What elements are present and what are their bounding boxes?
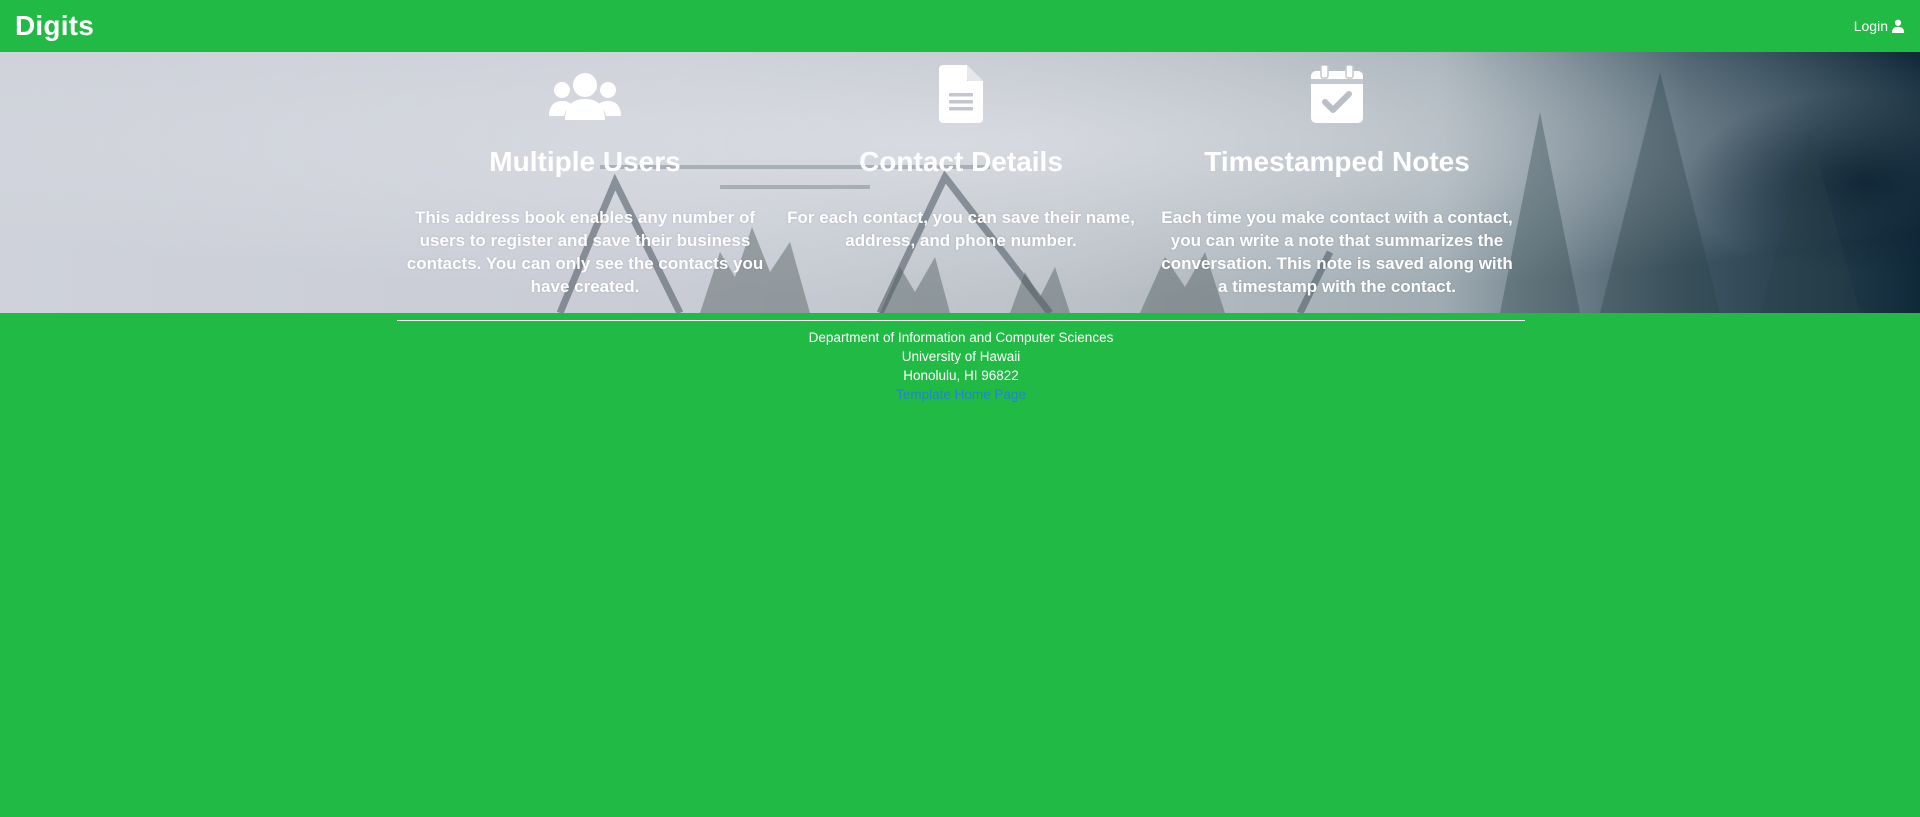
feature-description: This address book enables any number of …: [406, 208, 764, 296]
feature-title: Contact Details: [859, 146, 1063, 177]
users-icon: [549, 73, 621, 120]
navbar: Digits Login: [0, 0, 1920, 52]
brand-logo[interactable]: Digits: [15, 10, 94, 42]
footer-university: University of Hawaii: [901, 349, 1021, 364]
feature-contact-details: Contact Details For each contact, you ca…: [773, 52, 1149, 313]
feature-title: Timestamped Notes: [1204, 146, 1470, 177]
calendar-check-icon: [1311, 65, 1363, 123]
user-icon: [1891, 19, 1905, 33]
feature-timestamped-notes: Timestamped Notes Each time you make con…: [1149, 52, 1525, 313]
feature-multiple-users: Multiple Users This address book enables…: [397, 52, 773, 313]
feature-description: For each contact, you can save their nam…: [787, 208, 1135, 250]
feature-title: Multiple Users: [489, 146, 681, 177]
feature-description: Each time you make contact with a contac…: [1161, 208, 1513, 296]
template-home-page-link[interactable]: Template Home Page: [397, 385, 1525, 404]
footer: Department of Information and Computer S…: [397, 320, 1525, 404]
login-button[interactable]: Login: [1854, 18, 1905, 34]
footer-address: Honolulu, HI 96822: [903, 368, 1019, 383]
file-text-icon: [939, 65, 983, 123]
footer-department: Department of Information and Computer S…: [808, 330, 1114, 345]
hero-banner: Multiple Users This address book enables…: [0, 52, 1920, 313]
login-label: Login: [1853, 18, 1888, 34]
features-row: Multiple Users This address book enables…: [397, 52, 1525, 313]
